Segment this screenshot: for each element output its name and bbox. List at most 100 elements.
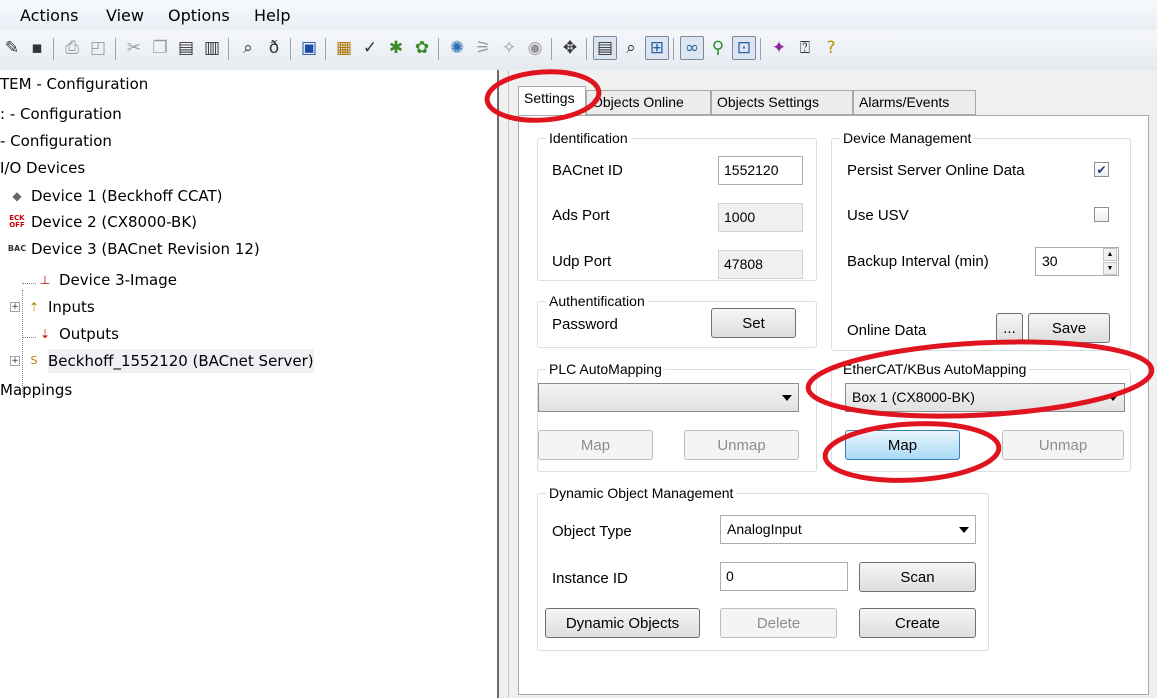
tree-item-cam-configuration[interactable]: - Configuration: [0, 129, 112, 153]
properties-panel: Settings Objects Online Objects Settings…: [509, 70, 1157, 698]
save-button[interactable]: Save: [1028, 313, 1110, 343]
spin-down-icon[interactable]: ▼: [1103, 262, 1117, 275]
set-password-button[interactable]: Set: [711, 308, 796, 338]
ethernet-device-icon: ◆: [12, 189, 22, 203]
tree-item-label: Device 2 (CX8000-BK): [31, 213, 198, 231]
find-icon[interactable]: ⌕: [236, 36, 260, 60]
bookmark-icon[interactable]: ⊡: [732, 36, 756, 60]
new-icon[interactable]: ✎: [0, 36, 24, 60]
backup-interval-spinner[interactable]: 30 ▲ ▼: [1035, 247, 1119, 276]
tree-item-system-configuration[interactable]: TEM - Configuration: [0, 72, 148, 96]
spin-up-icon[interactable]: ▲: [1103, 248, 1117, 261]
whats-this-icon[interactable]: ⍰: [793, 36, 817, 60]
find-next-icon[interactable]: ð: [262, 36, 286, 60]
authentification-group: Authentification Password Set: [537, 293, 817, 348]
tree-item-label: Inputs: [48, 298, 95, 316]
tree-item-label: Mappings: [0, 381, 73, 399]
ethercat-unmap-button[interactable]: Unmap: [1002, 430, 1124, 460]
ethercat-automapping-group: EtherCAT/KBus AutoMapping Box 1 (CX8000-…: [831, 361, 1131, 472]
paste-with-links-icon[interactable]: ▥: [200, 36, 224, 60]
object-type-select[interactable]: AnalogInput: [720, 515, 976, 544]
bacnet-id-field[interactable]: 1552120: [718, 156, 803, 185]
tree-item-label: Device 1 (Beckhoff CCAT): [31, 187, 223, 205]
group-title: EtherCAT/KBus AutoMapping: [840, 361, 1030, 377]
save-icon[interactable]: ▪: [25, 36, 49, 60]
scan-devices-icon[interactable]: ⚞: [471, 36, 495, 60]
group-title: PLC AutoMapping: [546, 361, 665, 377]
expand-icon[interactable]: +: [10, 302, 20, 312]
tree-item-inputs[interactable]: + ⇡ Inputs: [10, 295, 95, 319]
ads-port-label: Ads Port: [552, 207, 610, 224]
plc-automapping-group: PLC AutoMapping Map Unmap: [537, 361, 817, 472]
check-configuration-icon[interactable]: ✓: [358, 36, 382, 60]
plc-project-icon[interactable]: ▤: [593, 36, 617, 60]
target-system-icon[interactable]: ◉: [523, 36, 547, 60]
copy-icon[interactable]: ❐: [148, 36, 172, 60]
instance-id-field[interactable]: 0: [720, 562, 848, 591]
menu-options[interactable]: Options: [168, 6, 230, 25]
help-icon[interactable]: ✦: [767, 36, 791, 60]
udp-port-field[interactable]: 47808: [718, 250, 803, 279]
create-button[interactable]: Create: [859, 608, 976, 638]
online-watch-icon[interactable]: ∞: [680, 36, 704, 60]
toggle-free-run-icon[interactable]: ✧: [497, 36, 521, 60]
menu-actions[interactable]: Actions: [20, 6, 78, 25]
menu-view[interactable]: View: [106, 6, 144, 25]
generate-mappings-icon[interactable]: ▦: [332, 36, 356, 60]
cut-icon[interactable]: ✂: [122, 36, 146, 60]
paste-icon[interactable]: ▤: [174, 36, 198, 60]
plc-map-button[interactable]: Map: [538, 430, 653, 460]
plc-unmap-button[interactable]: Unmap: [684, 430, 799, 460]
restart-run-mode-icon[interactable]: ✿: [410, 36, 434, 60]
group-title: Authentification: [546, 293, 648, 309]
group-title: Device Management: [840, 130, 975, 146]
tree-item-device-1[interactable]: ◆ Device 1 (Beckhoff CCAT): [8, 184, 223, 208]
plc-automapping-select[interactable]: [538, 383, 799, 412]
tab-objects-online[interactable]: Objects Online: [586, 90, 711, 115]
expand-icon[interactable]: +: [10, 356, 20, 366]
scan-button[interactable]: Scan: [859, 562, 976, 592]
tree-item-outputs[interactable]: ⇣ Outputs: [36, 322, 119, 346]
tree-item-device-2[interactable]: ECK OFF Device 2 (CX8000-BK): [8, 210, 197, 234]
tab-alarms-events[interactable]: Alarms/Events: [853, 90, 976, 115]
persist-online-data-checkbox[interactable]: ✔: [1094, 162, 1109, 177]
chevron-down-icon: [959, 527, 969, 533]
print-preview-icon[interactable]: ◰: [86, 36, 110, 60]
solution-tree: TEM - Configuration : - Configuration - …: [0, 70, 497, 698]
tree-item-label: Beckhoff_1552120 (BACnet Server): [48, 349, 314, 373]
tree-item-bacnet-server[interactable]: + S Beckhoff_1552120 (BACnet Server): [10, 349, 314, 373]
settings-tab-page: Identification BACnet ID 1552120 Ads Por…: [518, 115, 1149, 695]
ethercat-automapping-select[interactable]: Box 1 (CX8000-BK): [845, 383, 1125, 412]
instance-id-label: Instance ID: [552, 570, 628, 587]
activate-configuration-icon[interactable]: ✱: [384, 36, 408, 60]
chevron-down-icon: [782, 395, 792, 401]
show-sub-items-icon[interactable]: ⊞: [645, 36, 669, 60]
delete-button[interactable]: Delete: [720, 608, 837, 638]
pane-splitter[interactable]: [497, 70, 509, 698]
tree-item-mappings[interactable]: Mappings: [0, 378, 72, 402]
reload-devices-icon[interactable]: ✺: [445, 36, 469, 60]
tree-item-plc-configuration[interactable]: : - Configuration: [0, 102, 122, 126]
zoom-icon[interactable]: ⌕: [619, 36, 643, 60]
process-image-icon: ⊥: [39, 273, 51, 287]
online-data-browse-button[interactable]: ...: [996, 313, 1023, 343]
tree-item-label: I/O Devices: [0, 159, 86, 177]
tab-objects-settings[interactable]: Objects Settings: [711, 90, 853, 115]
use-usv-checkbox[interactable]: [1094, 207, 1109, 222]
ethercat-map-button[interactable]: Map: [845, 430, 960, 460]
print-icon[interactable]: ⎙: [60, 36, 84, 60]
password-label: Password: [552, 316, 618, 333]
tree-item-device-3[interactable]: BAC Device 3 (BACnet Revision 12): [8, 237, 260, 261]
tab-settings[interactable]: Settings: [518, 86, 586, 116]
show-online-data-icon[interactable]: ✥: [558, 36, 582, 60]
dynamic-objects-button[interactable]: Dynamic Objects: [545, 608, 700, 638]
ads-port-field[interactable]: 1000: [718, 203, 803, 232]
monitor-icon[interactable]: ▣: [297, 36, 321, 60]
tree-item-device-3-image[interactable]: ⊥ Device 3-Image: [36, 268, 177, 292]
menu-help[interactable]: Help: [254, 6, 290, 25]
tree-item-io-devices[interactable]: I/O Devices: [0, 156, 85, 180]
io-link-icon[interactable]: ⚲: [706, 36, 730, 60]
backup-interval-value: 30: [1042, 253, 1058, 269]
context-help-icon[interactable]: ?: [819, 36, 843, 60]
udp-port-label: Udp Port: [552, 253, 612, 270]
